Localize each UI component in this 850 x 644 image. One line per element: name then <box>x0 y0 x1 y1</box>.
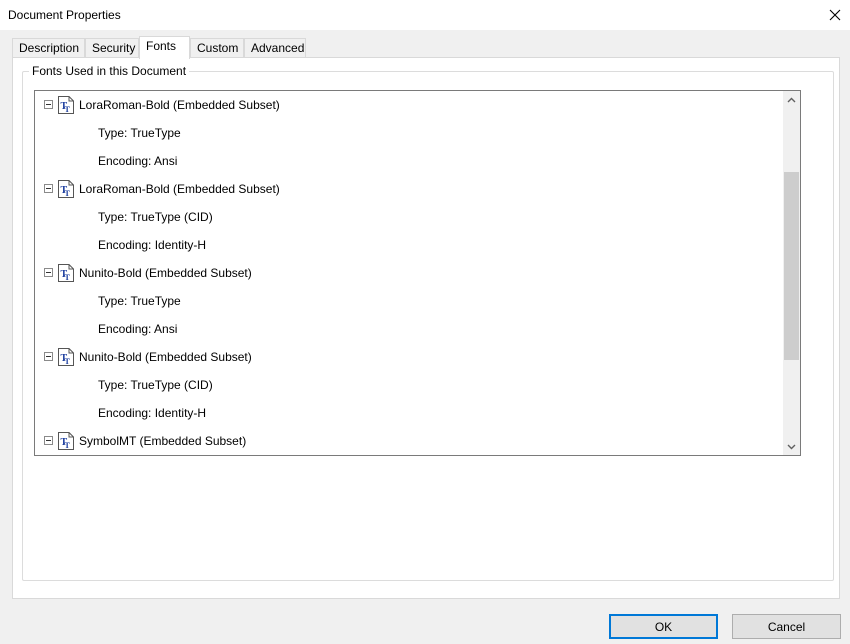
collapse-minus-icon[interactable] <box>44 352 53 361</box>
font-name-label: LoraRoman-Bold (Embedded Subset) <box>79 98 280 112</box>
fonts-tree[interactable]: T T LoraRoman-Bold (Embedded Subset) Type: … <box>34 90 801 456</box>
title-bar: Document Properties <box>0 0 850 30</box>
window-title: Document Properties <box>8 8 121 22</box>
font-tree-node[interactable]: T T LoraRoman-Bold (Embedded Subset) <box>35 175 784 203</box>
font-type-label: Type: TrueType <box>98 126 181 140</box>
truetype-font-icon: TT <box>58 180 74 198</box>
font-name-label: Nunito-Bold (Embedded Subset) <box>79 266 252 280</box>
close-icon <box>829 9 841 21</box>
font-type-row: Type: TrueType <box>35 119 784 147</box>
tab-description[interactable]: Description <box>12 38 85 58</box>
font-name-label: LoraRoman-Bold (Embedded Subset) <box>79 182 280 196</box>
font-type-label: Type: TrueType (CID) <box>98 378 213 392</box>
font-type-row: Type: TrueType (CID) <box>35 371 784 399</box>
font-encoding-label: Encoding: Ansi <box>98 322 178 336</box>
font-type-label: Type: TrueType (CID) <box>98 210 213 224</box>
collapse-minus-icon[interactable] <box>44 268 53 277</box>
svg-text:T: T <box>65 105 71 114</box>
group-legend: Fonts Used in this Document <box>29 64 190 78</box>
chevron-down-icon <box>787 444 796 449</box>
tab-custom[interactable]: Custom <box>190 38 244 58</box>
font-encoding-label: Encoding: Identity-H <box>98 406 207 420</box>
tab-security[interactable]: Security <box>85 38 139 58</box>
cancel-button[interactable]: Cancel <box>732 614 841 639</box>
svg-text:T: T <box>65 189 71 198</box>
chevron-up-icon <box>787 97 796 102</box>
collapse-minus-icon[interactable] <box>44 100 53 109</box>
scroll-thumb[interactable] <box>784 171 799 360</box>
font-name-label: Nunito-Bold (Embedded Subset) <box>79 350 252 364</box>
truetype-font-icon: TT <box>58 432 74 450</box>
truetype-font-icon: TT <box>58 348 74 366</box>
font-encoding-label: Encoding: Identity-H <box>98 238 207 252</box>
collapse-minus-icon[interactable] <box>44 184 53 193</box>
scroll-down-button[interactable] <box>783 438 800 455</box>
tab-advanced[interactable]: Advanced <box>244 38 306 58</box>
close-button[interactable] <box>820 0 850 30</box>
svg-text:T: T <box>65 357 71 366</box>
font-tree-node[interactable]: T T Nunito-Bold (Embedded Subset) <box>35 259 784 287</box>
vertical-scrollbar[interactable] <box>783 91 800 455</box>
font-type-label: Type: TrueType <box>98 294 181 308</box>
font-encoding-row: Encoding: Identity-H <box>35 231 784 259</box>
truetype-font-icon: TT <box>58 264 74 282</box>
scroll-up-button[interactable] <box>783 91 800 108</box>
font-type-row: Type: TrueType (CID) <box>35 203 784 231</box>
font-encoding-row: Encoding: Ansi <box>35 315 784 343</box>
fonts-tab-panel: Fonts Used in this Document T T LoraRoman-… <box>12 57 840 599</box>
font-tree-node[interactable]: T T SymbolMT (Embedded Subset) <box>35 427 784 455</box>
svg-text:T: T <box>65 441 71 450</box>
collapse-minus-icon[interactable] <box>44 436 53 445</box>
font-encoding-row: Encoding: Identity-H <box>35 399 784 427</box>
font-type-row: Type: TrueType <box>35 287 784 315</box>
font-name-label: SymbolMT (Embedded Subset) <box>79 434 247 448</box>
font-encoding-label: Encoding: Ansi <box>98 154 178 168</box>
font-tree-node[interactable]: T T Nunito-Bold (Embedded Subset) <box>35 343 784 371</box>
tree-content: T T LoraRoman-Bold (Embedded Subset) Type: … <box>35 91 784 455</box>
document-properties-dialog: Document Properties Description Security… <box>0 0 850 644</box>
font-encoding-row: Encoding: Ansi <box>35 147 784 175</box>
ok-button[interactable]: OK <box>609 614 718 639</box>
tab-fonts[interactable]: Fonts <box>139 36 190 59</box>
truetype-font-icon: TT <box>58 96 74 114</box>
svg-text:T: T <box>65 273 71 282</box>
font-tree-node[interactable]: T T LoraRoman-Bold (Embedded Subset) <box>35 91 784 119</box>
